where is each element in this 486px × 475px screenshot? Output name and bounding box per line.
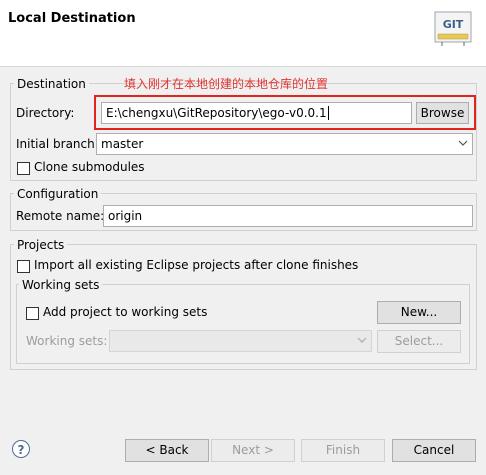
remote-name-value: origin [108,209,143,223]
add-to-working-sets-checkbox[interactable] [26,307,39,320]
chevron-down-icon [357,337,367,343]
initial-branch-value: master [101,137,144,151]
configuration-legend: Configuration [14,187,102,201]
initial-branch-select[interactable]: master [96,133,473,155]
help-icon[interactable]: ? [12,440,30,458]
working-sets-select[interactable] [109,330,372,352]
git-logo-text: GIT [443,18,464,31]
back-button[interactable]: < Back [125,439,209,462]
destination-legend: Destination [14,77,89,91]
add-to-working-sets-label[interactable]: Add project to working sets [43,305,207,319]
git-logo-icon: GIT [434,8,474,48]
working-sets-legend: Working sets [19,278,103,292]
clone-submodules-label[interactable]: Clone submodules [34,160,145,174]
directory-input-value: E:\chengxu\GitRepository\ego-v0.0.1 [106,106,327,120]
page-title: Local Destination [8,11,136,26]
new-working-set-button[interactable]: New... [377,301,461,324]
finish-button[interactable]: Finish [301,439,385,462]
initial-branch-label: Initial branch: [16,137,99,151]
wizard-header: Local Destination GIT [0,0,486,67]
working-sets-label: Working sets: [26,334,108,348]
browse-button[interactable]: Browse [416,102,469,124]
select-working-sets-button[interactable]: Select... [377,330,461,353]
directory-label: Directory: [16,106,75,120]
remote-name-label: Remote name: [16,209,105,223]
directory-input[interactable]: E:\chengxu\GitRepository\ego-v0.0.1 [101,102,412,124]
chevron-down-icon [458,140,468,146]
clone-submodules-checkbox[interactable] [17,162,30,175]
projects-legend: Projects [14,238,68,252]
import-projects-label[interactable]: Import all existing Eclipse projects aft… [34,258,358,272]
cancel-button[interactable]: Cancel [392,439,476,462]
next-button[interactable]: Next > [211,439,295,462]
annotation-text: 填入刚才在本地创建的本地仓库的位置 [124,77,329,91]
import-projects-checkbox[interactable] [17,260,30,273]
remote-name-input[interactable]: origin [103,205,473,227]
